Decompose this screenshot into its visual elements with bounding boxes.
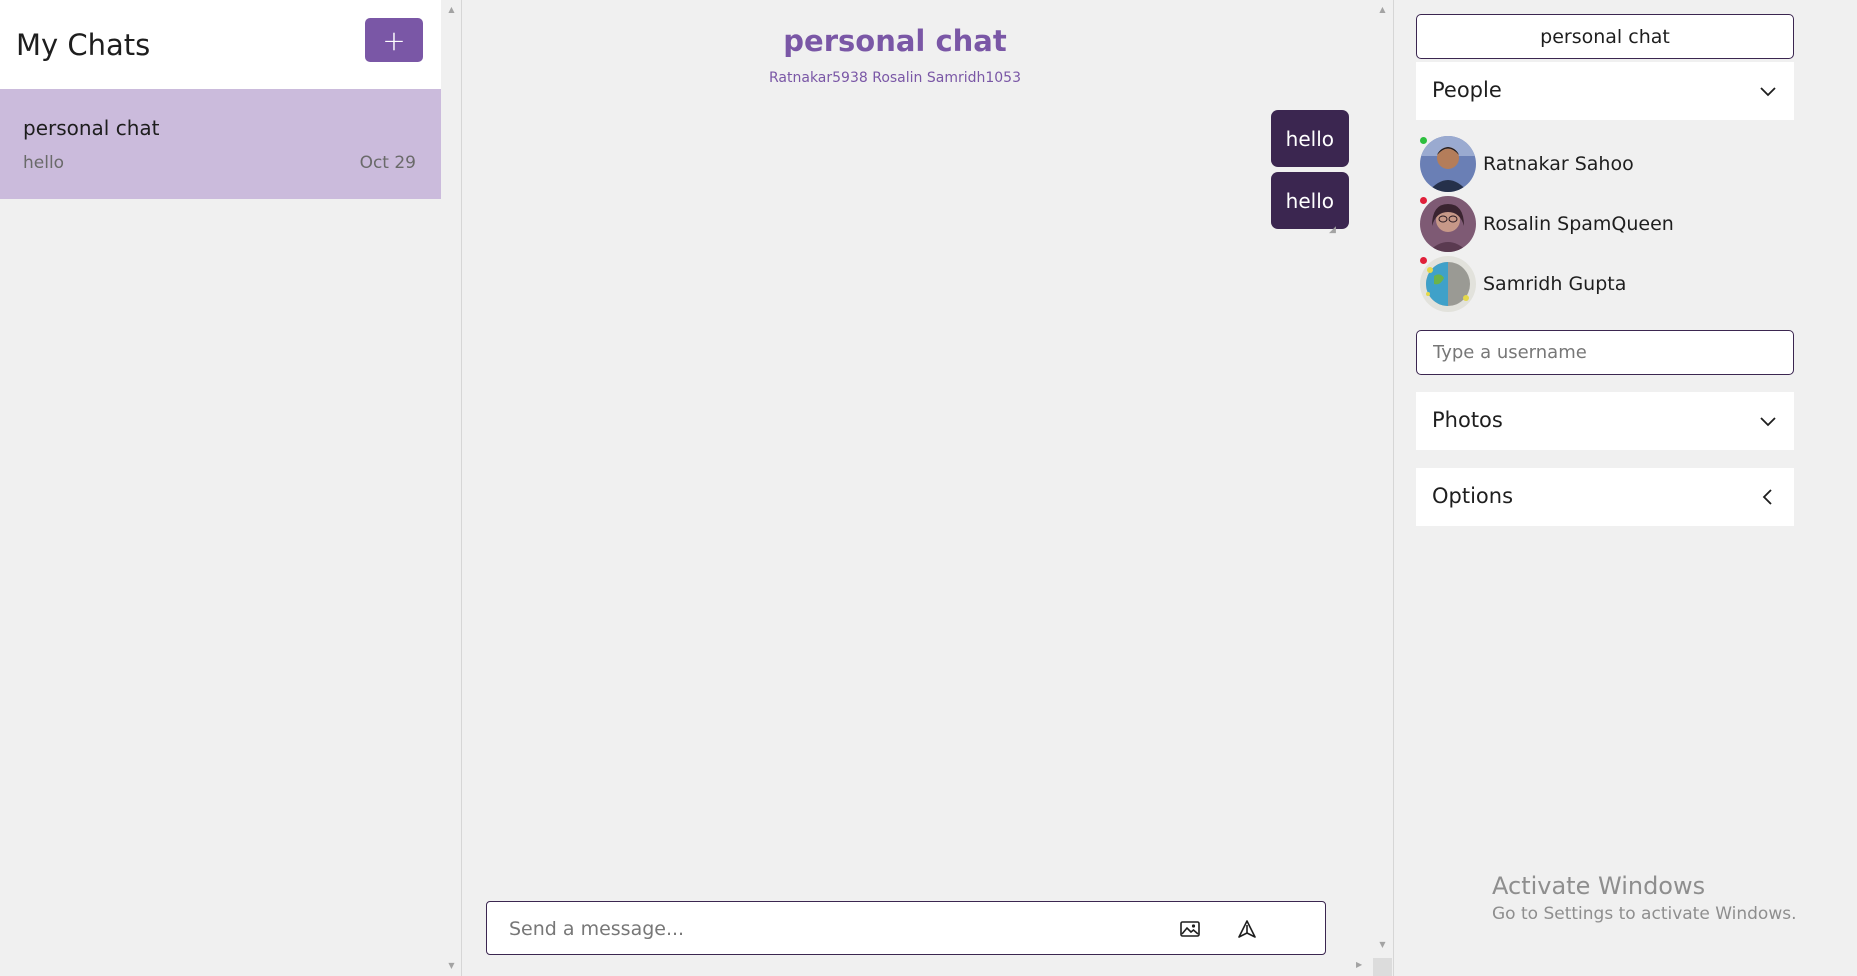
chevron-down-icon	[1760, 87, 1776, 97]
chat-card[interactable]: personal chat hello Oct 29	[0, 89, 441, 199]
online-status-dot	[1420, 137, 1427, 144]
scroll-down-arrow-icon[interactable]: ▼	[1374, 938, 1391, 952]
watermark-title: Activate Windows	[1492, 872, 1706, 900]
chat-list-scrollbar[interactable]: ▲ ▼	[443, 0, 460, 976]
offline-status-dot	[1420, 257, 1427, 264]
avatar	[1420, 136, 1476, 192]
chevron-left-icon	[1762, 489, 1772, 505]
scroll-up-arrow-icon[interactable]: ▲	[443, 3, 460, 17]
message-bubble: hello	[1270, 110, 1349, 167]
people-section-header[interactable]: People	[1416, 62, 1794, 120]
person-row[interactable]: Ratnakar Sahoo	[1416, 135, 1794, 193]
chat-card-last-message: hello	[23, 153, 65, 173]
avatar	[1420, 256, 1476, 312]
send-icon[interactable]	[1234, 916, 1260, 942]
message-input[interactable]	[509, 914, 1129, 944]
chevron-down-icon	[1760, 417, 1776, 427]
scroll-up-arrow-icon[interactable]: ▲	[1374, 3, 1391, 17]
message-composer	[486, 901, 1326, 955]
person-row[interactable]: Samridh Gupta	[1416, 255, 1794, 313]
person-name: Rosalin SpamQueen	[1483, 213, 1674, 235]
scroll-right-arrow-icon[interactable]: ▶	[1356, 960, 1368, 974]
activation-watermark: Activate Windows Go to Settings to activ…	[1492, 872, 1797, 924]
photos-section-header[interactable]: Photos	[1416, 392, 1794, 450]
chat-list-panel: My Chats + personal chat hello Oct 29	[0, 0, 462, 976]
chat-name-field[interactable]: personal chat	[1416, 14, 1794, 59]
conversation-members: Ratnakar5938 Rosalin Samridh1053	[769, 70, 1021, 86]
person-name: Ratnakar Sahoo	[1483, 153, 1634, 175]
chat-app: My Chats + personal chat hello Oct 29 ▲ …	[0, 0, 1857, 976]
conversation-scrollbar[interactable]: ▲ ▼	[1374, 0, 1391, 958]
offline-status-dot	[1420, 197, 1427, 204]
chat-card-date: Oct 29	[359, 153, 416, 173]
watermark-subtitle: Go to Settings to activate Windows.	[1492, 904, 1797, 924]
avatar	[1420, 196, 1476, 252]
message-bubble: hello	[1270, 172, 1349, 229]
conversation-panel: personal chat Ratnakar5938 Rosalin Samri…	[462, 0, 1393, 976]
chat-list-title: My Chats	[16, 28, 151, 62]
image-icon[interactable]	[1177, 916, 1203, 942]
conversation-title: personal chat	[783, 24, 1007, 58]
photos-label: Photos	[1432, 408, 1503, 432]
new-chat-button[interactable]: +	[365, 18, 423, 62]
read-receipt-icon: ◢	[1329, 225, 1336, 235]
scrollbar-corner	[1373, 958, 1392, 976]
person-row[interactable]: Rosalin SpamQueen	[1416, 195, 1794, 253]
chat-settings-panel: personal chat People Ratnakar Sahoo Rosa…	[1394, 0, 1857, 976]
options-section-header[interactable]: Options	[1416, 468, 1794, 526]
people-label: People	[1432, 78, 1502, 102]
username-input[interactable]	[1416, 330, 1794, 375]
scroll-down-arrow-icon[interactable]: ▼	[443, 959, 460, 973]
options-label: Options	[1432, 484, 1514, 508]
chat-list-header: My Chats +	[0, 0, 441, 89]
person-name: Samridh Gupta	[1483, 273, 1627, 295]
chat-card-title: personal chat	[23, 116, 160, 140]
